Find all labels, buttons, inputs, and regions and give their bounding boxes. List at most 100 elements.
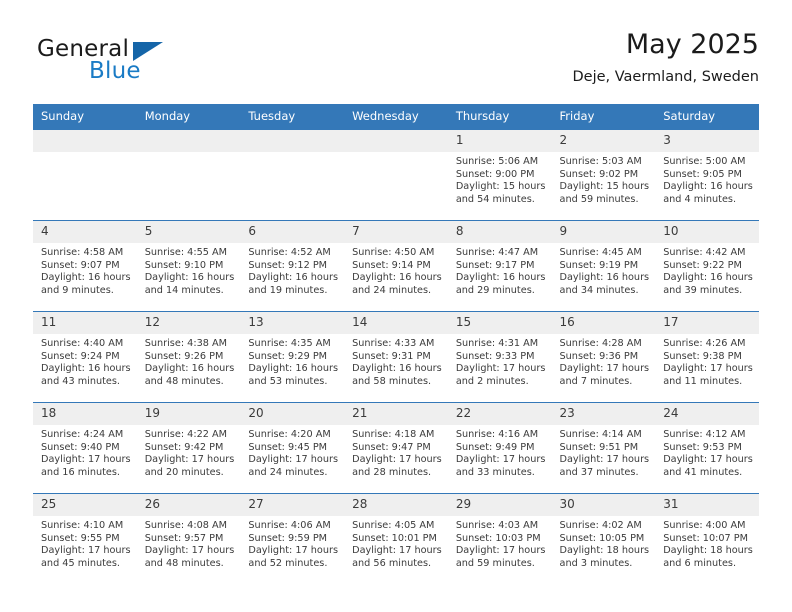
sunrise-text: Sunrise: 4:20 AM [248, 429, 331, 440]
daylight-text-line1: Daylight: 17 hours [144, 545, 235, 557]
day-number: 31 [655, 494, 759, 516]
calendar-day-cell[interactable]: 23 Sunrise: 4:14 AM Sunset: 9:51 PM Dayligh… [551, 402, 656, 494]
calendar-day-cell[interactable]: 7 Sunrise: 4:50 AM Sunset: 9:14 PM Daylight… [344, 220, 448, 312]
daylight-text-line1: Daylight: 17 hours [455, 545, 546, 557]
day-details: Sunrise: 4:28 AM Sunset: 9:36 PM Daylight:… [552, 334, 656, 388]
calendar-week-row: 4 Sunrise: 4:58 AM Sunset: 9:07 PM Daylight… [33, 220, 759, 312]
calendar-day-cell[interactable]: 14 Sunrise: 4:33 AM Sunset: 9:31 PM Dayligh… [344, 311, 448, 403]
day-details [137, 152, 241, 156]
calendar-header-row: Sunday Monday Tuesday Wednesday Thursday Frid… [33, 104, 759, 130]
calendar-day-cell[interactable]: 29 Sunrise: 4:03 AM Sunset: 10:03 PM Daylig… [447, 493, 552, 584]
daylight-text-line2: and 54 minutes. [455, 193, 535, 205]
daylight-text-line2: and 9 minutes. [41, 284, 114, 296]
daylight-text-line1: Daylight: 17 hours [248, 545, 338, 557]
sunrise-text: Sunrise: 4:16 AM [455, 429, 539, 440]
day-details: Sunrise: 4:35 AM Sunset: 9:29 PM Daylight:… [240, 334, 344, 388]
calendar-day-cell[interactable]: 17 Sunrise: 4:26 AM Sunset: 9:38 PM Dayligh… [655, 311, 759, 403]
day-details: Sunrise: 4:08 AM Sunset: 9:57 PM Daylight:… [137, 516, 241, 570]
daylight-text-line1: Daylight: 16 hours [248, 272, 338, 284]
page-title: May 2025 [625, 29, 759, 60]
daylight-text-line2: and 11 minutes. [663, 375, 743, 387]
day-details [33, 152, 137, 156]
calendar-day-cell[interactable]: 5 Sunrise: 4:55 AM Sunset: 9:10 PM Daylight… [136, 220, 241, 312]
day-details: Sunrise: 4:12 AM Sunset: 9:53 PM Daylight:… [655, 425, 759, 479]
calendar-day-cell[interactable]: 4 Sunrise: 4:58 AM Sunset: 9:07 PM Daylight… [33, 220, 137, 312]
daylight-text-line2: and 53 minutes. [248, 375, 328, 387]
calendar-day-cell[interactable]: 1 Sunrise: 5:06 AM Sunset: 9:00 PM Daylight… [447, 129, 552, 221]
calendar-day-cell[interactable]: 15 Sunrise: 4:31 AM Sunset: 9:33 PM Dayligh… [447, 311, 552, 403]
calendar-day-cell[interactable]: 6 Sunrise: 4:52 AM Sunset: 9:12 PM Daylight… [240, 220, 345, 312]
sunrise-text: Sunrise: 4:14 AM [559, 429, 642, 440]
brand-logo[interactable]: General Blue [33, 28, 263, 90]
day-details: Sunrise: 4:10 AM Sunset: 9:55 PM Daylight:… [33, 516, 137, 570]
calendar-day-cell[interactable]: 10 Sunrise: 4:42 AM Sunset: 9:22 PM Dayligh… [655, 220, 759, 312]
day-details: Sunrise: 4:33 AM Sunset: 9:31 PM Daylight:… [344, 334, 448, 388]
daylight-text-line2: and 33 minutes. [455, 466, 535, 478]
sunset-text: Sunset: 9:12 PM [248, 259, 328, 271]
sunset-text: Sunset: 10:07 PM [663, 532, 748, 544]
calendar-day-cell[interactable]: 9 Sunrise: 4:45 AM Sunset: 9:19 PM Daylight… [551, 220, 656, 312]
day-number: 17 [655, 312, 759, 334]
calendar-day-cell[interactable]: 16 Sunrise: 4:28 AM Sunset: 9:36 PM Dayligh… [551, 311, 656, 403]
sunset-text: Sunset: 9:49 PM [455, 441, 535, 453]
sunrise-text: Sunrise: 4:10 AM [41, 520, 124, 531]
calendar-day-cell[interactable]: 27 Sunrise: 4:06 AM Sunset: 9:59 PM Dayligh… [240, 493, 345, 584]
calendar-day-cell[interactable]: 20 Sunrise: 4:20 AM Sunset: 9:45 PM Dayligh… [240, 402, 345, 494]
sunrise-text: Sunrise: 4:02 AM [559, 520, 642, 531]
sunrise-text: Sunrise: 4:31 AM [455, 338, 539, 349]
sunrise-text: Sunrise: 4:42 AM [663, 247, 746, 258]
calendar-day-cell[interactable]: 11 Sunrise: 4:40 AM Sunset: 9:24 PM Dayligh… [33, 311, 137, 403]
calendar-day-cell[interactable]: 3 Sunrise: 5:00 AM Sunset: 9:05 PM Daylight… [655, 129, 759, 221]
daylight-text-line2: and 37 minutes. [559, 466, 639, 478]
calendar-day-cell[interactable]: 22 Sunrise: 4:16 AM Sunset: 9:49 PM Dayligh… [447, 402, 552, 494]
weekday-header-sunday: Sunday [33, 104, 137, 130]
calendar-day-cell[interactable]: 26 Sunrise: 4:08 AM Sunset: 9:57 PM Dayligh… [136, 493, 241, 584]
day-details: Sunrise: 4:42 AM Sunset: 9:22 PM Daylight:… [655, 243, 759, 297]
calendar-day-cell[interactable]: 19 Sunrise: 4:22 AM Sunset: 9:42 PM Dayligh… [136, 402, 241, 494]
day-number: 15 [447, 312, 552, 334]
day-details: Sunrise: 4:45 AM Sunset: 9:19 PM Daylight:… [552, 243, 656, 297]
calendar-day-cell[interactable]: 30 Sunrise: 4:02 AM Sunset: 10:05 PM Daylig… [551, 493, 656, 584]
day-details: Sunrise: 4:00 AM Sunset: 10:07 PM Daylight… [655, 516, 759, 570]
daylight-text-line2: and 19 minutes. [248, 284, 328, 296]
day-number: 10 [655, 221, 759, 243]
calendar-day-cell[interactable]: 12 Sunrise: 4:38 AM Sunset: 9:26 PM Dayligh… [136, 311, 241, 403]
calendar-day-cell[interactable]: 28 Sunrise: 4:05 AM Sunset: 10:01 PM Daylig… [344, 493, 448, 584]
calendar-day-cell[interactable]: 21 Sunrise: 4:18 AM Sunset: 9:47 PM Dayligh… [344, 402, 448, 494]
sunset-text: Sunset: 9:57 PM [144, 532, 224, 544]
calendar-day-cell[interactable]: 25 Sunrise: 4:10 AM Sunset: 9:55 PM Dayligh… [33, 493, 137, 584]
day-number: 11 [33, 312, 137, 334]
calendar-day-cell[interactable]: 24 Sunrise: 4:12 AM Sunset: 9:53 PM Dayligh… [655, 402, 759, 494]
sunset-text: Sunset: 9:19 PM [559, 259, 639, 271]
page-subtitle: Deje, Vaermland, Sweden [572, 69, 759, 85]
calendar-day-cell[interactable]: 8 Sunrise: 4:47 AM Sunset: 9:17 PM Daylight… [447, 220, 552, 312]
day-number: 5 [136, 221, 241, 243]
sunset-text: Sunset: 9:17 PM [455, 259, 535, 271]
day-details [344, 152, 448, 156]
daylight-text-line1: Daylight: 16 hours [455, 272, 546, 284]
day-number: 30 [551, 494, 656, 516]
daylight-text-line2: and 41 minutes. [663, 466, 743, 478]
sunrise-text: Sunrise: 4:58 AM [41, 247, 124, 258]
daylight-text-line2: and 43 minutes. [41, 375, 121, 387]
sunrise-text: Sunrise: 4:05 AM [352, 520, 435, 531]
day-number: 23 [551, 403, 656, 425]
calendar-day-cell[interactable]: 13 Sunrise: 4:35 AM Sunset: 9:29 PM Dayligh… [240, 311, 345, 403]
daylight-text-line2: and 16 minutes. [41, 466, 121, 478]
sunrise-text: Sunrise: 4:47 AM [455, 247, 539, 258]
sunset-text: Sunset: 9:33 PM [455, 350, 535, 362]
day-number: 18 [33, 403, 137, 425]
sunset-text: Sunset: 9:53 PM [663, 441, 742, 453]
sunset-text: Sunset: 9:55 PM [41, 532, 120, 544]
day-details: Sunrise: 4:05 AM Sunset: 10:01 PM Daylight… [344, 516, 448, 570]
sunset-text: Sunset: 9:05 PM [663, 168, 742, 180]
calendar-day-cell[interactable]: 18 Sunrise: 4:24 AM Sunset: 9:40 PM Dayligh… [33, 402, 137, 494]
sunrise-text: Sunrise: 4:50 AM [352, 247, 435, 258]
calendar-day-cell[interactable]: 2 Sunrise: 5:03 AM Sunset: 9:02 PM Daylight… [551, 129, 656, 221]
weekday-header-tuesday: Tuesday [240, 104, 345, 130]
sunset-text: Sunset: 9:26 PM [144, 350, 224, 362]
day-number: 6 [240, 221, 345, 243]
calendar-page: General Blue May 2025 Deje, Vaermland, S… [0, 0, 792, 612]
sunrise-text: Sunrise: 4:06 AM [248, 520, 331, 531]
calendar-day-cell[interactable]: 31 Sunrise: 4:00 AM Sunset: 10:07 PM Daylig… [655, 493, 759, 584]
